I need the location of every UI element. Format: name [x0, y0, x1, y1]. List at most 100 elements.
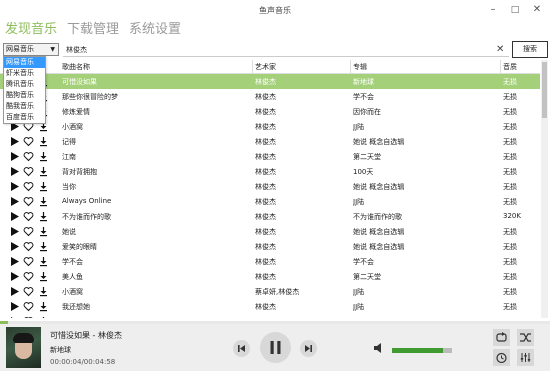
- download-icon[interactable]: [38, 196, 49, 207]
- table-row[interactable]: 不为谁而作的歌 林俊杰 不为谁而作的歌 320K: [0, 209, 540, 224]
- source-option[interactable]: 腾讯音乐: [4, 79, 45, 90]
- favorite-heart-icon[interactable]: [23, 256, 34, 267]
- volume-slider[interactable]: [392, 348, 452, 353]
- tab-system-settings[interactable]: 系统设置: [129, 20, 181, 40]
- tab-download-manager[interactable]: 下载管理: [67, 20, 119, 40]
- play-song-icon[interactable]: [9, 136, 20, 147]
- favorite-heart-icon[interactable]: [23, 151, 34, 162]
- cell-album: 曹操: [353, 317, 497, 318]
- search-input[interactable]: 林俊杰: [63, 43, 509, 57]
- clear-search-icon[interactable]: ✕: [496, 43, 504, 57]
- shuffle-button[interactable]: [517, 329, 534, 346]
- previous-button[interactable]: [233, 340, 250, 357]
- source-option[interactable]: 虾米音乐: [4, 68, 45, 79]
- play-song-icon[interactable]: [9, 256, 20, 267]
- table-row[interactable]: 背对背拥抱 林俊杰 100天 无损: [0, 164, 540, 179]
- cell-album: 第二天堂: [353, 273, 381, 281]
- favorite-heart-icon[interactable]: [23, 301, 34, 312]
- table-row[interactable]: 那些你很冒险的梦 林俊杰 学不会 无损: [0, 89, 540, 104]
- column-divider: [252, 60, 253, 74]
- volume-icon[interactable]: [373, 342, 385, 354]
- pause-button[interactable]: [260, 332, 291, 363]
- cell-quality: 无损: [503, 123, 517, 131]
- play-song-icon[interactable]: [9, 241, 20, 252]
- table-row[interactable]: 翅膀 林俊杰 曹操 无损: [0, 314, 540, 318]
- play-song-icon[interactable]: [9, 151, 20, 162]
- play-song-icon[interactable]: [9, 271, 20, 282]
- download-icon[interactable]: [38, 271, 49, 282]
- tab-discover-music[interactable]: 发现音乐: [5, 20, 57, 40]
- play-song-icon[interactable]: [9, 166, 20, 177]
- favorite-heart-icon[interactable]: [23, 166, 34, 177]
- table-row[interactable]: 修炼爱情 林俊杰 因你而在 无损: [0, 104, 540, 119]
- download-icon[interactable]: [38, 316, 49, 318]
- cell-quality: 无损: [503, 168, 517, 176]
- favorite-heart-icon[interactable]: [23, 316, 34, 318]
- cell-title: 背对背拥抱: [62, 168, 97, 176]
- play-song-icon[interactable]: [9, 286, 20, 297]
- table-row[interactable]: 小酒窝 林俊杰 JJ陆 无损: [0, 119, 540, 134]
- cell-quality: 无损: [503, 183, 517, 191]
- table-row[interactable]: 当你 林俊杰 她说 概念自选辑 无损: [0, 179, 540, 194]
- table-scrollbar[interactable]: [541, 60, 548, 318]
- source-option[interactable]: 百度音乐: [4, 112, 45, 123]
- table-row[interactable]: 江南 林俊杰 第二天堂 无损: [0, 149, 540, 164]
- download-icon[interactable]: [38, 226, 49, 237]
- timer-button[interactable]: [493, 349, 510, 366]
- table-row[interactable]: 可惜没如果 林俊杰 新地球 无损: [0, 74, 540, 89]
- play-song-icon[interactable]: [9, 196, 20, 207]
- shuffle-icon: [520, 333, 531, 342]
- play-song-icon[interactable]: [9, 211, 20, 222]
- source-option[interactable]: 酷狗音乐: [4, 90, 45, 101]
- favorite-heart-icon[interactable]: [23, 136, 34, 147]
- source-option[interactable]: 网易音乐: [4, 57, 45, 68]
- chevron-down-icon: ▼: [50, 46, 55, 53]
- download-icon[interactable]: [38, 181, 49, 192]
- download-icon[interactable]: [38, 211, 49, 222]
- column-header-artist[interactable]: 艺术家: [255, 62, 276, 72]
- maximize-button[interactable]: □: [508, 3, 522, 17]
- download-icon[interactable]: [38, 151, 49, 162]
- favorite-heart-icon[interactable]: [23, 181, 34, 192]
- table-row[interactable]: 小酒窝 蔡卓妍,林俊杰 JJ陆 无损: [0, 284, 540, 299]
- table-row[interactable]: 我还想她 林俊杰 JJ陆 无损: [0, 299, 540, 314]
- table-row[interactable]: Always Online 林俊杰 JJ陆 无损: [0, 194, 540, 209]
- table-row[interactable]: 爱笑的眼睛 林俊杰 她说 概念自选辑 无损: [0, 239, 540, 254]
- next-button[interactable]: [300, 340, 317, 357]
- source-select[interactable]: 网易音乐 ▼: [3, 43, 59, 56]
- play-song-icon[interactable]: [9, 301, 20, 312]
- cell-album: 因你而在: [353, 108, 381, 116]
- play-mode-button[interactable]: [493, 329, 510, 346]
- pause-icon: [270, 341, 281, 354]
- cell-title: 可惜没如果: [62, 78, 97, 86]
- favorite-heart-icon[interactable]: [23, 271, 34, 282]
- play-song-icon[interactable]: [9, 316, 20, 318]
- column-header-album[interactable]: 专辑: [353, 62, 367, 72]
- minimize-button[interactable]: –: [486, 3, 500, 17]
- favorite-heart-icon[interactable]: [23, 226, 34, 237]
- column-header-song[interactable]: 歌曲名称: [62, 62, 90, 72]
- download-icon[interactable]: [38, 256, 49, 267]
- column-header-quality[interactable]: 音质: [503, 62, 517, 72]
- cell-album: 不为谁而作的歌: [353, 213, 402, 221]
- equalizer-button[interactable]: [517, 349, 534, 366]
- table-row[interactable]: 美人鱼 林俊杰 第二天堂 无损: [0, 269, 540, 284]
- table-row[interactable]: 记得 林俊杰 她说 概念自选辑 无损: [0, 134, 540, 149]
- play-song-icon[interactable]: [9, 226, 20, 237]
- play-song-icon[interactable]: [9, 181, 20, 192]
- favorite-heart-icon[interactable]: [23, 211, 34, 222]
- download-icon[interactable]: [38, 136, 49, 147]
- download-icon[interactable]: [38, 286, 49, 297]
- favorite-heart-icon[interactable]: [23, 196, 34, 207]
- download-icon[interactable]: [38, 241, 49, 252]
- download-icon[interactable]: [38, 301, 49, 312]
- source-option[interactable]: 酷我音乐: [4, 101, 45, 112]
- favorite-heart-icon[interactable]: [23, 241, 34, 252]
- close-button[interactable]: ✕: [530, 3, 544, 17]
- download-icon[interactable]: [38, 166, 49, 177]
- search-button[interactable]: 搜索: [512, 41, 548, 58]
- scrollbar-thumb[interactable]: [542, 62, 547, 118]
- table-row[interactable]: 她说 林俊杰 她说 概念自选辑 无损: [0, 224, 540, 239]
- favorite-heart-icon[interactable]: [23, 286, 34, 297]
- table-row[interactable]: 学不会 林俊杰 学不会 无损: [0, 254, 540, 269]
